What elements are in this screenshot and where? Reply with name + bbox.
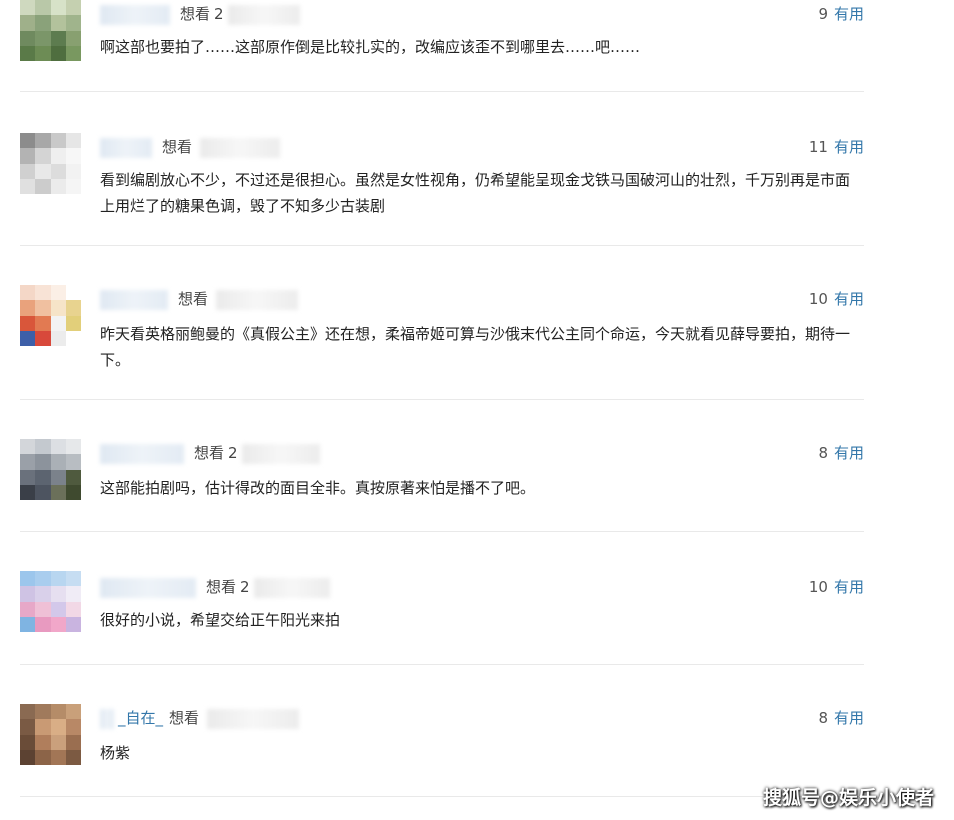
comment-text: 啊这部也要拍了……这部原作倒是比较扎实的，改编应该歪不到哪里去……吧…… bbox=[100, 38, 641, 56]
comment-text: 很好的小说，希望交给正午阳光来拍 bbox=[100, 611, 341, 629]
watch-status: 想看 bbox=[169, 709, 200, 727]
comment-meta: 想看 2 bbox=[100, 3, 300, 25]
comment-item: 想看 2 10 有用 很好的小说，希望交给正午阳光来拍 bbox=[20, 531, 864, 665]
username-blurred[interactable] bbox=[100, 708, 114, 729]
avatar[interactable] bbox=[20, 439, 81, 500]
useful-button[interactable]: 有用 bbox=[834, 290, 864, 308]
avatar[interactable] bbox=[20, 704, 81, 765]
vote-count: 11 bbox=[808, 138, 828, 156]
useful-button[interactable]: 有用 bbox=[834, 5, 864, 23]
comment-time: 2 bbox=[228, 444, 238, 462]
comment-item: 想看 10 有用 昨天看英格丽鲍曼的《真假公主》还在想，柔福帝姬可算与沙俄末代公主… bbox=[20, 245, 864, 400]
useful-button[interactable]: 有用 bbox=[834, 138, 864, 156]
username-blurred[interactable] bbox=[100, 4, 170, 25]
comment-text: 这部能拍剧吗，估计得改的面目全非。真按原著来怕是播不了吧。 bbox=[100, 479, 536, 497]
time-blurred bbox=[200, 137, 281, 158]
watch-status: 想看 bbox=[178, 290, 209, 308]
time-blurred bbox=[241, 443, 320, 464]
vote-area: 10 有用 bbox=[809, 288, 864, 310]
username-blurred[interactable] bbox=[100, 289, 168, 310]
comment-item: 想看 2 9 有用 啊这部也要拍了……这部原作倒是比较扎实的，改编应该歪不到哪里去…… bbox=[20, 0, 864, 92]
vote-area: 10 有用 bbox=[809, 576, 864, 598]
comment-item: _自在_ 想看 8 有用 杨紫 bbox=[20, 664, 864, 797]
time-blurred bbox=[227, 4, 300, 25]
watermark: 搜狐号@娱乐小使者 bbox=[762, 787, 934, 809]
avatar[interactable] bbox=[20, 0, 81, 61]
comment-text: 杨紫 bbox=[100, 744, 131, 762]
useful-button[interactable]: 有用 bbox=[834, 444, 864, 462]
vote-area: 9 有用 bbox=[818, 3, 864, 25]
comment-item: 想看 11 有用 看到编剧放心不少，不过还是很担心。虽然是女性视角，仍希望能呈现金… bbox=[20, 91, 864, 246]
comment-meta: 想看 bbox=[100, 288, 299, 310]
username-blurred[interactable] bbox=[100, 137, 152, 158]
watch-status: 想看 bbox=[206, 578, 237, 596]
time-blurred bbox=[207, 708, 300, 729]
useful-button[interactable]: 有用 bbox=[834, 578, 864, 596]
comment-time: 2 bbox=[240, 578, 250, 596]
comment-item: 想看 2 8 有用 这部能拍剧吗，估计得改的面目全非。真按原著来怕是播不了吧。 bbox=[20, 399, 864, 532]
username-blurred[interactable] bbox=[100, 443, 184, 464]
comment-meta: 想看 2 bbox=[100, 442, 320, 464]
watch-status: 想看 bbox=[194, 444, 225, 462]
comment-text: 昨天看英格丽鲍曼的《真假公主》还在想，柔福帝姬可算与沙俄末代公主同个命运，今天就… bbox=[100, 325, 851, 369]
useful-button[interactable]: 有用 bbox=[834, 709, 864, 727]
username-blurred[interactable] bbox=[100, 577, 196, 598]
comment-meta: _自在_ 想看 bbox=[100, 707, 300, 729]
time-blurred bbox=[253, 577, 330, 598]
vote-area: 11 有用 bbox=[809, 136, 864, 158]
username[interactable]: _自在_ bbox=[118, 709, 163, 727]
watch-status: 想看 bbox=[180, 5, 211, 23]
comment-time: 2 bbox=[214, 5, 224, 23]
avatar[interactable] bbox=[20, 571, 81, 632]
avatar[interactable] bbox=[20, 133, 81, 194]
comment-meta: 想看 bbox=[100, 136, 281, 158]
vote-count: 8 bbox=[818, 709, 828, 727]
comment-text: 看到编剧放心不少，不过还是很担心。虽然是女性视角，仍希望能呈现金戈铁马国破河山的… bbox=[100, 171, 851, 215]
time-blurred bbox=[216, 289, 299, 310]
watch-status: 想看 bbox=[162, 138, 193, 156]
vote-count: 8 bbox=[818, 444, 828, 462]
vote-count: 10 bbox=[808, 578, 828, 596]
avatar[interactable] bbox=[20, 285, 81, 346]
vote-count: 10 bbox=[808, 290, 828, 308]
comment-meta: 想看 2 bbox=[100, 576, 330, 598]
vote-area: 8 有用 bbox=[818, 442, 864, 464]
vote-count: 9 bbox=[818, 5, 828, 23]
vote-area: 8 有用 bbox=[818, 707, 864, 729]
